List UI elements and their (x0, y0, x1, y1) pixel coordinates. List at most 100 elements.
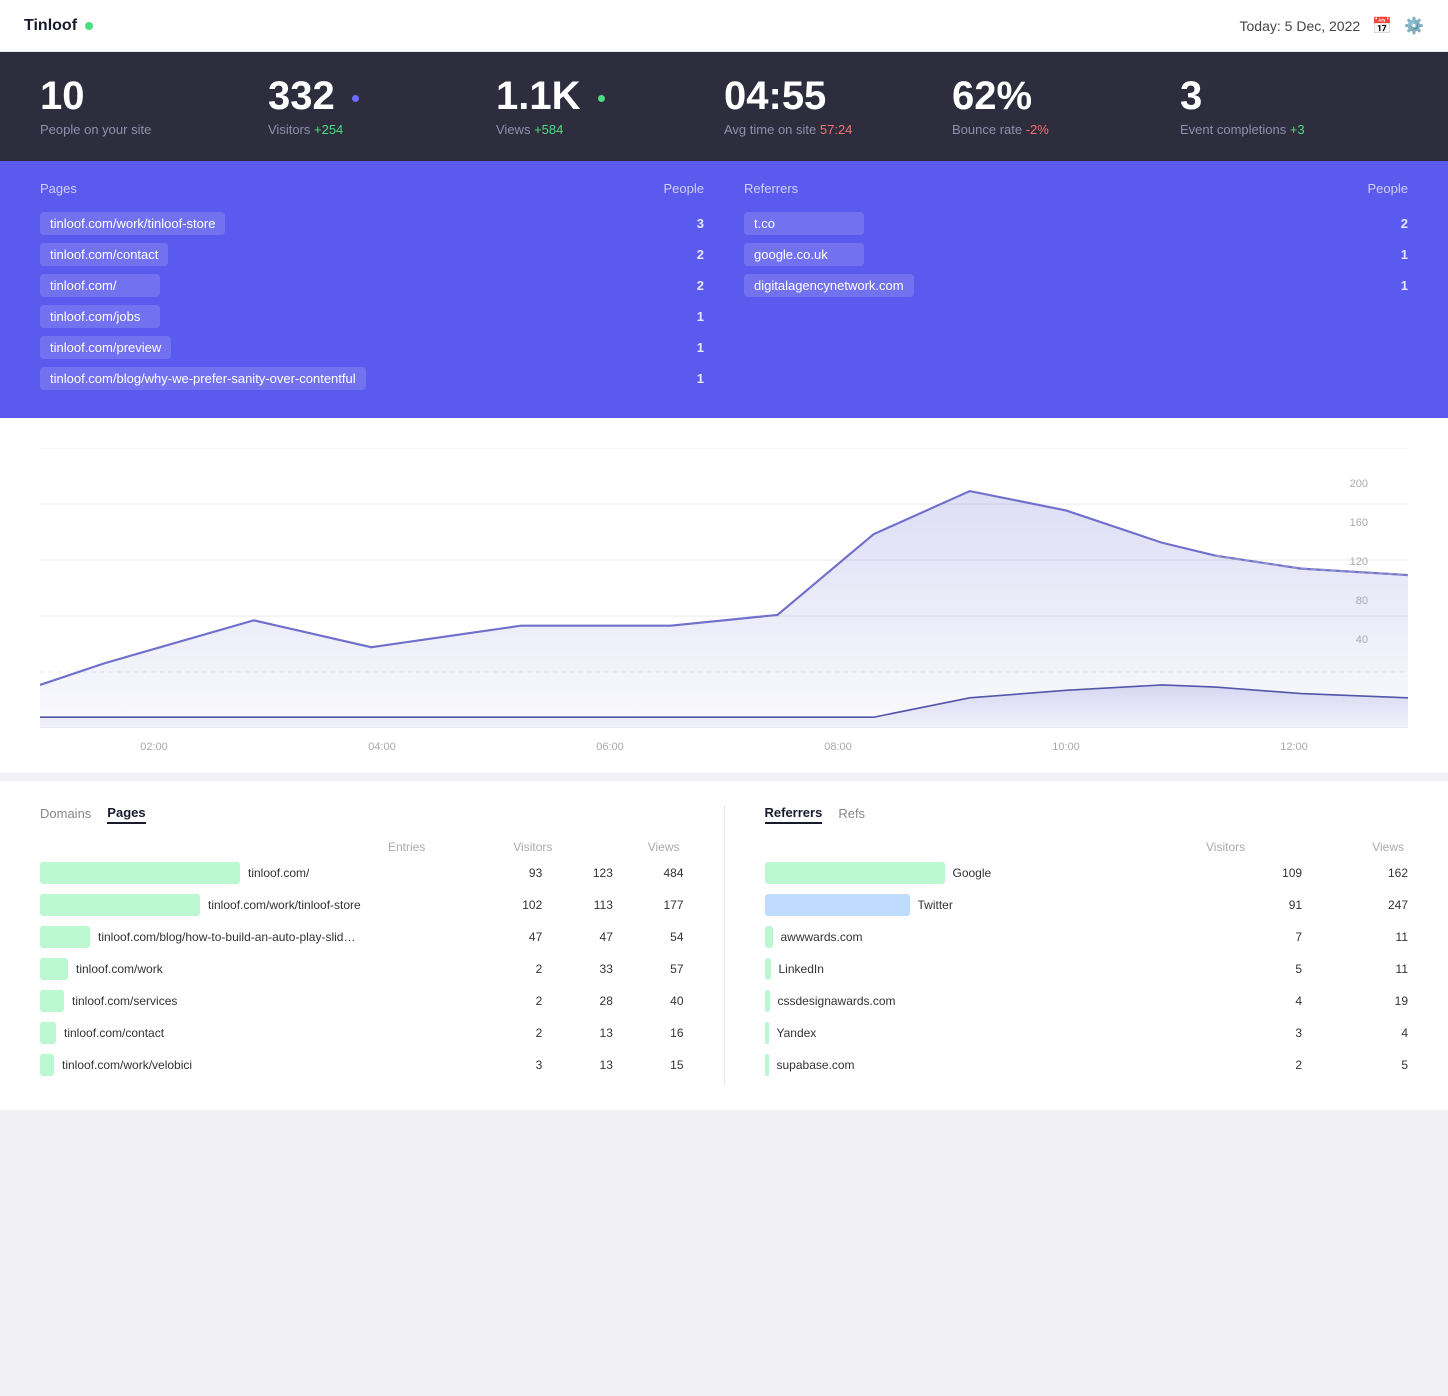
referrers-row-1-label: t.co (744, 212, 864, 235)
ref-row-nums-2: 91 247 (1196, 898, 1408, 912)
pages-row-3-label: tinloof.com/ (40, 274, 160, 297)
stat-avg-time-label: Avg time on site 57:24 (724, 122, 952, 137)
ref-row-views-2: 247 (1302, 898, 1408, 912)
pages-row-visitors-6: 13 (542, 1026, 613, 1040)
pages-row-bar-wrap-4: tinloof.com/work (40, 958, 464, 980)
site-title: Tinloof (24, 17, 77, 35)
pages-row-1[interactable]: tinloof.com/work/tinloof-store 3 (40, 212, 704, 235)
stat-avg-time: 04:55 Avg time on site 57:24 (724, 76, 952, 137)
pages-row-4-value: 1 (697, 309, 704, 324)
pages-row-views-1: 484 (613, 866, 684, 880)
ref-row-views-5: 19 (1302, 994, 1408, 1008)
pages-row-bar-wrap-2: tinloof.com/work/tinloof-store (40, 894, 464, 916)
tab-referrers[interactable]: Referrers (765, 805, 823, 824)
pages-row-6[interactable]: tinloof.com/blog/why-we-prefer-sanity-ov… (40, 367, 704, 390)
pages-row-label-2: tinloof.com/work/tinloof-store (208, 898, 361, 912)
pages-row-nums-7: 3 13 15 (472, 1058, 684, 1072)
stat-bounce-label: Bounce rate -2% (952, 122, 1180, 137)
table-row: Google 109 162 (765, 862, 1409, 884)
ref-row-nums-5: 4 19 (1196, 994, 1408, 1008)
bottom-pages-table: Domains Pages Entries Visitors Views tin… (40, 805, 684, 1086)
pages-row-nums-4: 2 33 57 (472, 962, 684, 976)
ref-row-bar-6 (765, 1022, 769, 1044)
pages-row-visitors-5: 28 (542, 994, 613, 1008)
referrers-row-3-label: digitalagencynetwork.com (744, 274, 914, 297)
pages-col-empty (44, 840, 298, 854)
pages-col-entries: Entries (298, 840, 425, 854)
ref-row-views-7: 5 (1302, 1058, 1408, 1072)
pages-col-label: Pages (40, 181, 77, 196)
referrers-table-cols: Visitors Views (765, 840, 1409, 854)
pages-row-2-value: 2 (697, 247, 704, 262)
stat-people-value: 10 (40, 76, 268, 116)
referrers-col-views: Views (1245, 840, 1404, 854)
referrers-row-1[interactable]: t.co 2 (744, 212, 1408, 235)
ref-row-label-4: LinkedIn (779, 962, 824, 976)
pages-row-entries-3: 47 (472, 930, 543, 944)
ref-row-views-4: 11 (1302, 962, 1408, 976)
pages-row-bar-wrap-5: tinloof.com/services (40, 990, 464, 1012)
chart-x-04: 04:00 (368, 741, 396, 753)
pages-row-bar-4 (40, 958, 68, 980)
chart-x-06: 06:00 (596, 741, 624, 753)
pages-row-5[interactable]: tinloof.com/preview 1 (40, 336, 704, 359)
calendar-icon[interactable]: 📅 (1372, 16, 1392, 36)
referrers-row-3[interactable]: digitalagencynetwork.com 1 (744, 274, 1408, 297)
settings-icon[interactable]: ⚙️ (1404, 16, 1424, 36)
referrers-col-label: Referrers (744, 181, 798, 196)
tab-refs[interactable]: Refs (838, 806, 865, 823)
ref-row-bar-wrap-4: LinkedIn (765, 958, 1189, 980)
pages-row-nums-3: 47 47 54 (472, 930, 684, 944)
ref-row-label-6: Yandex (777, 1026, 817, 1040)
tab-domains[interactable]: Domains (40, 806, 91, 823)
table-row: tinloof.com/ 93 123 484 (40, 862, 684, 884)
pages-row-4-label: tinloof.com/jobs (40, 305, 160, 328)
pages-col-visitors: Visitors (425, 840, 552, 854)
live-indicator (85, 22, 93, 30)
referrers-row-3-value: 1 (1401, 278, 1408, 293)
tab-pages[interactable]: Pages (107, 805, 145, 824)
ref-row-visitors-6: 3 (1196, 1026, 1302, 1040)
stat-visitors-value: 332 (268, 76, 496, 116)
pages-row-entries-2: 102 (472, 898, 543, 912)
chart-x-02: 02:00 (140, 741, 168, 753)
pages-row-1-label: tinloof.com/work/tinloof-store (40, 212, 225, 235)
chart-x-08: 08:00 (824, 741, 852, 753)
table-row: supabase.com 2 5 (765, 1054, 1409, 1076)
pages-row-visitors-7: 13 (542, 1058, 613, 1072)
table-row: Yandex 3 4 (765, 1022, 1409, 1044)
stat-views: 1.1K Views +584 (496, 76, 724, 137)
chart-y-labels: 200 160 120 80 40 (1350, 478, 1368, 673)
ref-row-label-1: Google (953, 866, 992, 880)
table-row: LinkedIn 5 11 (765, 958, 1409, 980)
pages-row-views-7: 15 (613, 1058, 684, 1072)
ref-row-bar-wrap-2: Twitter (765, 894, 1189, 916)
table-row: tinloof.com/blog/how-to-build-an-auto-pl… (40, 926, 684, 948)
referrers-row-2-label: google.co.uk (744, 243, 864, 266)
stat-events: 3 Event completions +3 (1180, 76, 1408, 137)
pages-row-2-label: tinloof.com/contact (40, 243, 168, 266)
pages-row-1-value: 3 (697, 216, 704, 231)
ref-row-bar-wrap-6: Yandex (765, 1022, 1189, 1044)
header-right: Today: 5 Dec, 2022 📅 ⚙️ (1240, 16, 1424, 36)
pages-row-label-1: tinloof.com/ (248, 866, 309, 880)
pages-row-2[interactable]: tinloof.com/contact 2 (40, 243, 704, 266)
pages-row-6-label: tinloof.com/blog/why-we-prefer-sanity-ov… (40, 367, 366, 390)
pages-row-entries-5: 2 (472, 994, 543, 1008)
ref-row-views-6: 4 (1302, 1026, 1408, 1040)
stat-bounce: 62% Bounce rate -2% (952, 76, 1180, 137)
referrers-row-2[interactable]: google.co.uk 1 (744, 243, 1408, 266)
pages-row-bar-wrap-1: tinloof.com/ (40, 862, 464, 884)
pages-row-nums-2: 102 113 177 (472, 898, 684, 912)
chart-y-80: 80 (1350, 595, 1368, 607)
pages-row-3[interactable]: tinloof.com/ 2 (40, 274, 704, 297)
pages-row-label-3: tinloof.com/blog/how-to-build-an-auto-pl… (98, 930, 358, 944)
referrers-row-1-value: 2 (1401, 216, 1408, 231)
stats-bar: 10 People on your site 332 Visitors +254… (0, 52, 1448, 161)
referrers-row-2-value: 1 (1401, 247, 1408, 262)
section-divider (724, 805, 725, 1086)
ref-row-visitors-5: 4 (1196, 994, 1302, 1008)
table-row: Twitter 91 247 (765, 894, 1409, 916)
pages-row-4[interactable]: tinloof.com/jobs 1 (40, 305, 704, 328)
table-row: awwwards.com 7 11 (765, 926, 1409, 948)
